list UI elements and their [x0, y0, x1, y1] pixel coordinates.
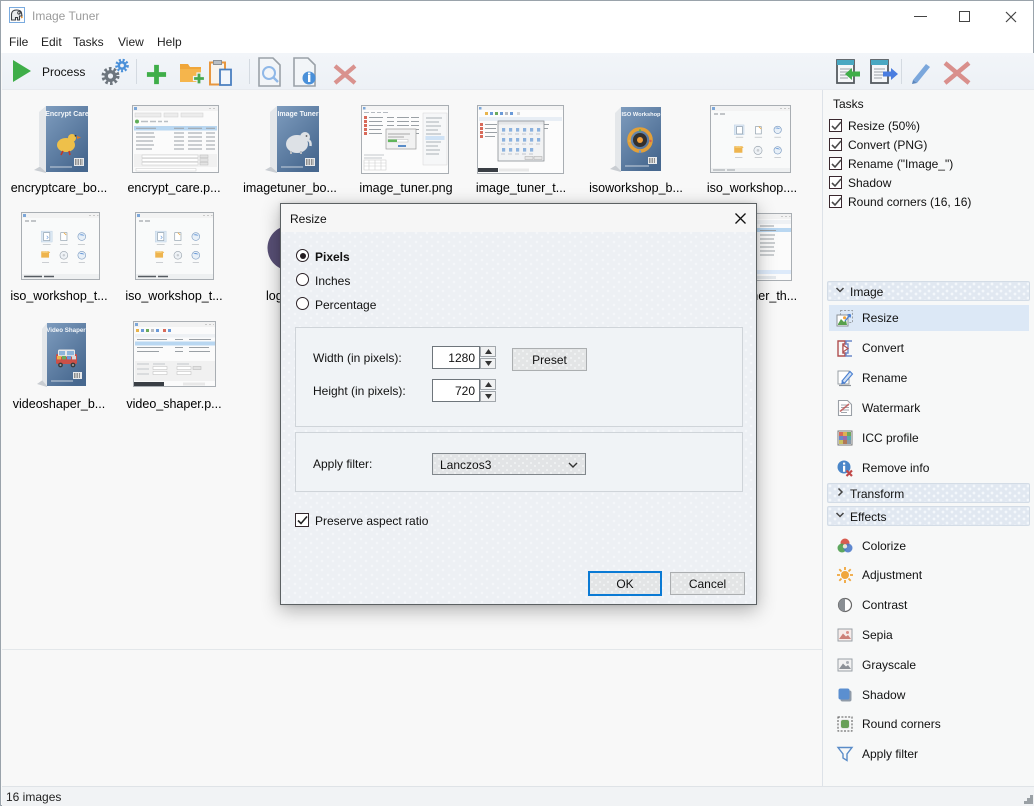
- svg-text:ISO Workshop: ISO Workshop: [621, 112, 661, 118]
- svg-text:Video Shaper: Video Shaper: [46, 327, 86, 334]
- svg-text:Encrypt Care: Encrypt Care: [45, 111, 89, 118]
- svg-text:Image Tuner: Image Tuner: [277, 111, 318, 118]
